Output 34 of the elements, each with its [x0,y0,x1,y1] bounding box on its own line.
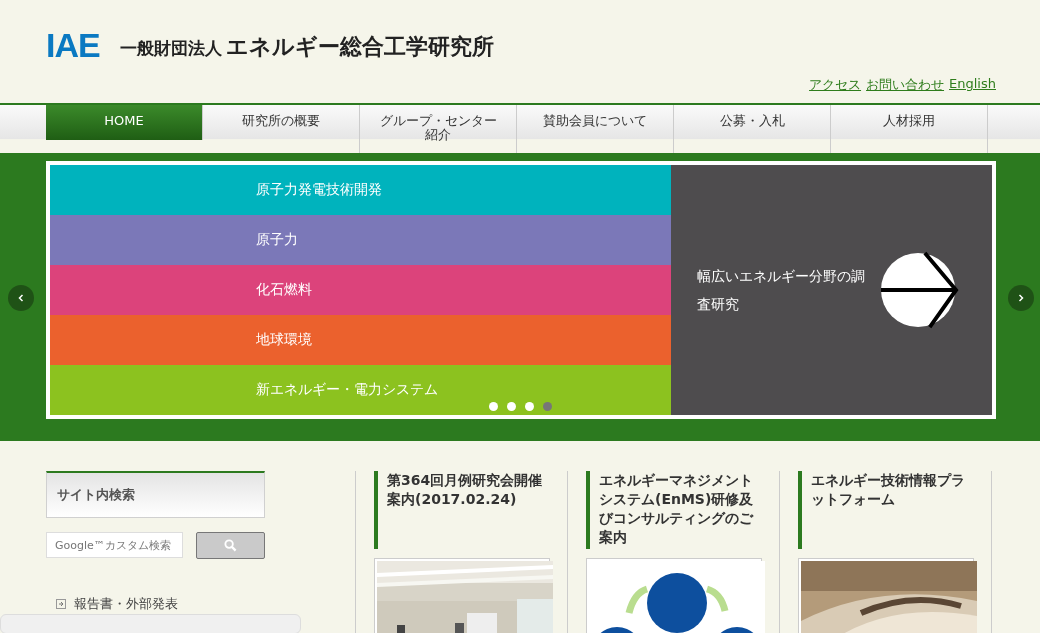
link-arrow-icon [56,599,66,609]
news-title[interactable]: エネルギーマネジメントシステム(EnMS)研修及びコンサルティングのご案内 [586,471,762,549]
news-title[interactable]: エネルギー技術情報プラットフォーム [798,471,974,549]
header-link[interactable]: お問い合わせ [866,76,945,94]
previous-button[interactable] [8,285,34,311]
organization-name: エネルギー総合工学研究所 [225,33,494,61]
news-title[interactable]: 第364回月例研究会開催案内(2017.02.24) [374,471,550,549]
search-field[interactable]: Google™カスタム検索 [46,532,183,558]
category-banner[interactable]: 地球環境 [50,315,671,365]
arrow-icon[interactable] [881,251,959,329]
slide-dot[interactable] [489,402,498,411]
slide-dot[interactable] [543,402,552,411]
header-link[interactable]: English [949,76,996,94]
search-heading: サイト内検索 [46,471,265,518]
sidebar-link[interactable]: 報告書・外部発表 [74,595,178,613]
nav-tab[interactable]: HOME [46,105,203,140]
category-banner[interactable]: 原子力 [50,215,671,265]
nav-tab[interactable]: グループ・センター紹介 [360,105,517,153]
nav-tab[interactable]: 公募・入札 [674,105,831,153]
chevron-left-icon [16,293,26,303]
search-icon [224,539,237,552]
logo[interactable]: IAE [46,28,100,62]
chevron-right-icon [1016,293,1026,303]
next-button[interactable] [1008,285,1034,311]
feature-text: 幅広いエネルギー分野の調査研究 [697,267,866,314]
slide-dot[interactable] [525,402,534,411]
category-banner[interactable]: 化石燃料 [50,265,671,315]
header-link[interactable]: アクセス [809,76,862,94]
nav-tab[interactable]: 研究所の概要 [203,105,360,153]
slide-dot[interactable] [507,402,516,411]
nav-tab[interactable]: 人材採用 [831,105,988,153]
search-button[interactable] [196,532,265,559]
nav-tab[interactable]: 賛助会員について [517,105,674,153]
organization-type: 一般財団法人 [119,37,222,60]
